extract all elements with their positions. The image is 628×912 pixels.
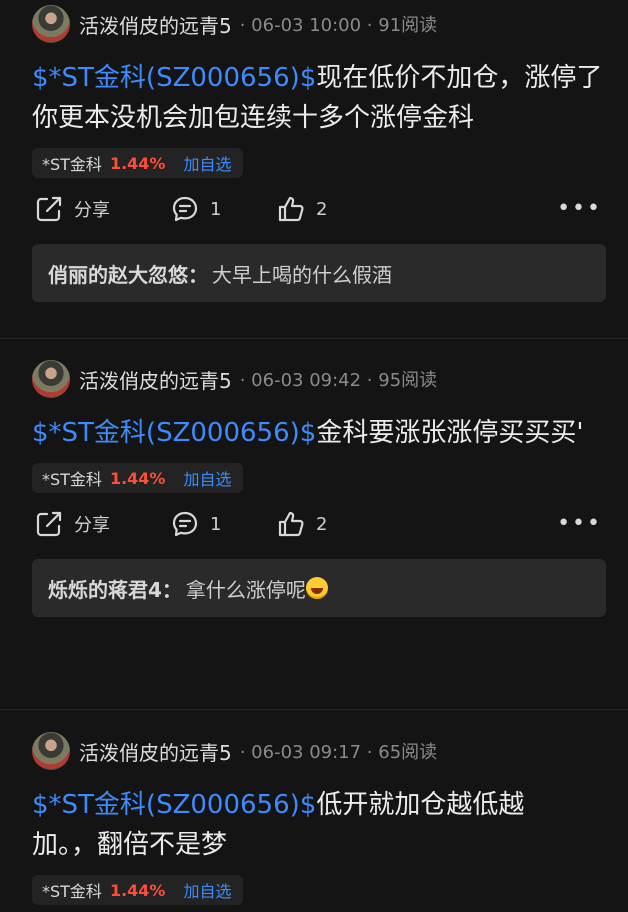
like-button[interactable]: 2 (276, 194, 327, 224)
post-card: 活泼俏皮的远青5 · 06-03 09:42 · 95阅读 $*ST金科(SZ0… (0, 355, 628, 710)
comment-button[interactable]: 1 (170, 509, 276, 539)
share-icon (36, 511, 62, 537)
share-icon (36, 196, 62, 222)
stock-chip[interactable]: *ST金科 1.44% 加自选 (32, 875, 244, 905)
like-count: 2 (316, 198, 328, 220)
post-meta: · 06-03 09:17 · 65阅读 (239, 742, 438, 763)
post-body[interactable]: $*ST金科(SZ000656)$金科要涨张涨停买买买' (0, 403, 628, 453)
stock-change-percent: 1.44% (109, 880, 166, 900)
stock-name: *ST金科 (42, 882, 102, 901)
stock-chip[interactable]: *ST金科 1.44% 加自选 (32, 463, 244, 493)
share-label: 分享 (74, 515, 110, 536)
reply-text: 拿什么涨停呢 (185, 577, 306, 602)
comment-icon (172, 511, 198, 537)
post-header: 活泼俏皮的远青5 · 06-03 09:42 · 95阅读 (0, 355, 628, 403)
like-button[interactable]: 2 (276, 509, 327, 539)
comment-count: 1 (210, 198, 222, 220)
laughing-emoji-icon (305, 577, 328, 599)
post-header: 活泼俏皮的远青5 · 06-03 10:00 · 91阅读 (0, 0, 628, 48)
thumbs-up-icon (278, 511, 304, 537)
avatar[interactable] (32, 732, 70, 770)
post-card: 活泼俏皮的远青5 · 06-03 09:17 · 65阅读 $*ST金科(SZ0… (0, 727, 628, 905)
post-feed: 活泼俏皮的远青5 · 06-03 10:00 · 91阅读 $*ST金科(SZ0… (0, 0, 628, 905)
avatar[interactable] (32, 5, 70, 43)
add-watchlist-button[interactable]: 加自选 (183, 151, 231, 175)
post-meta: · 06-03 09:42 · 95阅读 (239, 370, 438, 391)
post-actions: 分享 1 2 ••• (0, 178, 628, 240)
author-name[interactable]: 活泼俏皮的远青5 (79, 365, 232, 394)
share-button[interactable]: 分享 (34, 509, 170, 539)
hot-reply[interactable]: 俏丽的赵大忽悠： 大早上喝的什么假酒 (32, 244, 606, 302)
post-body[interactable]: $*ST金科(SZ000656)$低开就加仓越低越加。，翻倍不是梦 (0, 775, 628, 865)
comment-count: 1 (210, 513, 222, 535)
more-options-icon[interactable]: ••• (557, 196, 602, 221)
stock-name: *ST金科 (42, 155, 102, 174)
reply-author[interactable]: 烁烁的蒋君4： (48, 574, 182, 603)
author-name[interactable]: 活泼俏皮的远青5 (79, 737, 232, 766)
more-options-icon[interactable]: ••• (557, 511, 602, 536)
stock-name: *ST金科 (42, 470, 102, 489)
post-text: 金科要涨张涨停买买买' (316, 418, 584, 448)
hot-reply[interactable]: 烁烁的蒋君4： 拿什么涨停呢 (32, 559, 606, 617)
comment-icon (172, 196, 198, 222)
add-watchlist-button[interactable]: 加自选 (183, 466, 231, 490)
post-card: 活泼俏皮的远青5 · 06-03 10:00 · 91阅读 $*ST金科(SZ0… (0, 0, 628, 339)
like-count: 2 (316, 513, 328, 535)
post-header: 活泼俏皮的远青5 · 06-03 09:17 · 65阅读 (0, 727, 628, 775)
stock-cashtag-link[interactable]: $*ST金科(SZ000656)$ (32, 790, 316, 820)
reply-text: 大早上喝的什么假酒 (212, 262, 392, 287)
thumbs-up-icon (278, 196, 304, 222)
stock-cashtag-link[interactable]: $*ST金科(SZ000656)$ (32, 418, 316, 448)
stock-chip[interactable]: *ST金科 1.44% 加自选 (32, 148, 244, 178)
avatar[interactable] (32, 360, 70, 398)
stock-change-percent: 1.44% (109, 468, 166, 488)
post-meta: · 06-03 10:00 · 91阅读 (239, 15, 438, 36)
add-watchlist-button[interactable]: 加自选 (183, 878, 231, 902)
comment-button[interactable]: 1 (170, 194, 276, 224)
reply-author[interactable]: 俏丽的赵大忽悠： (48, 259, 208, 288)
share-label: 分享 (74, 200, 110, 221)
share-button[interactable]: 分享 (34, 194, 170, 224)
post-actions: 分享 1 2 ••• (0, 493, 628, 555)
stock-change-percent: 1.44% (109, 153, 166, 173)
post-body[interactable]: $*ST金科(SZ000656)$现在低价不加仓，涨停了你更本没机会加包连续十多… (0, 48, 628, 138)
author-name[interactable]: 活泼俏皮的远青5 (79, 10, 232, 39)
stock-cashtag-link[interactable]: $*ST金科(SZ000656)$ (32, 63, 316, 93)
